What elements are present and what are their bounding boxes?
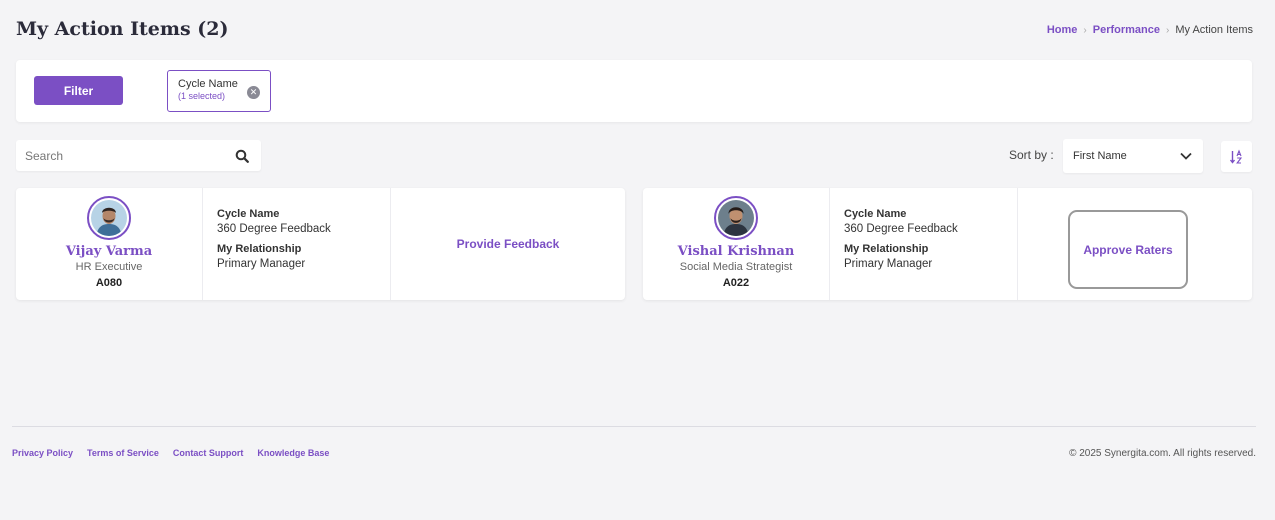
chevron-right-icon: › <box>1083 24 1087 36</box>
provide-feedback-link[interactable]: Provide Feedback <box>457 237 560 251</box>
cycle-name-label: Cycle Name <box>844 208 907 220</box>
page: My Action Items (2) Home › Performance ›… <box>0 0 1275 520</box>
person-name[interactable]: Vijay Varma <box>66 244 152 259</box>
filter-bar: Filter Cycle Name (1 selected) ✕ <box>16 60 1252 122</box>
filter-chip-cycle-name[interactable]: Cycle Name (1 selected) ✕ <box>167 70 271 112</box>
breadcrumb-home[interactable]: Home <box>1047 24 1078 36</box>
approve-raters-highlight: Approve Raters <box>1068 210 1188 289</box>
relationship-label: My Relationship <box>217 243 302 255</box>
person-id: A022 <box>722 277 750 289</box>
info-column: Cycle Name 360 Degree Feedback My Relati… <box>830 188 1018 300</box>
sort-az-icon <box>1229 149 1242 164</box>
action-item-card: Vijay Varma HR Executive A080 Cycle Name… <box>16 188 625 300</box>
footer-links: Privacy Policy Terms of Service Contact … <box>12 448 329 458</box>
person-id: A080 <box>95 277 123 289</box>
person-name[interactable]: Vishal Krishnan <box>678 244 795 259</box>
search-box <box>16 140 261 171</box>
cycle-name-value: 360 Degree Feedback <box>844 223 958 235</box>
filter-button[interactable]: Filter <box>34 76 123 105</box>
contact-support-link[interactable]: Contact Support <box>173 448 244 458</box>
person-column: Vishal Krishnan Social Media Strategist … <box>643 188 830 300</box>
sort-select[interactable]: First Name <box>1063 139 1203 173</box>
breadcrumb-current: My Action Items <box>1175 24 1253 36</box>
relationship-label: My Relationship <box>844 243 929 255</box>
sort-direction-button[interactable] <box>1221 141 1252 172</box>
knowledge-base-link[interactable]: Knowledge Base <box>257 448 329 458</box>
cycle-name-label: Cycle Name <box>217 208 280 220</box>
action-column: Approve Raters <box>1018 188 1252 300</box>
sort-selected-value: First Name <box>1073 150 1127 162</box>
person-column: Vijay Varma HR Executive A080 <box>16 188 203 300</box>
search-input[interactable] <box>16 140 216 171</box>
chevron-right-icon: › <box>1166 24 1170 36</box>
person-role: Social Media Strategist <box>679 261 793 273</box>
action-column: Provide Feedback <box>391 188 625 300</box>
approve-raters-link[interactable]: Approve Raters <box>1083 243 1172 257</box>
cycle-name-value: 360 Degree Feedback <box>217 223 331 235</box>
privacy-policy-link[interactable]: Privacy Policy <box>12 448 73 458</box>
remove-filter-icon[interactable]: ✕ <box>247 86 260 99</box>
relationship-value: Primary Manager <box>844 258 933 270</box>
breadcrumb: Home › Performance › My Action Items <box>1047 24 1253 36</box>
info-column: Cycle Name 360 Degree Feedback My Relati… <box>203 188 391 300</box>
terms-of-service-link[interactable]: Terms of Service <box>87 448 159 458</box>
footer-divider <box>12 426 1256 427</box>
search-icon[interactable] <box>235 149 249 163</box>
relationship-value: Primary Manager <box>217 258 306 270</box>
avatar <box>714 196 758 240</box>
copyright-text: © 2025 Synergita.com. All rights reserve… <box>1069 448 1256 459</box>
chevron-down-icon <box>1180 152 1192 160</box>
page-title: My Action Items (2) <box>16 18 229 40</box>
avatar <box>87 196 131 240</box>
breadcrumb-performance[interactable]: Performance <box>1093 24 1160 36</box>
action-item-card: Vishal Krishnan Social Media Strategist … <box>643 188 1252 300</box>
person-role: HR Executive <box>75 261 143 273</box>
sort-label: Sort by : <box>1009 148 1054 162</box>
